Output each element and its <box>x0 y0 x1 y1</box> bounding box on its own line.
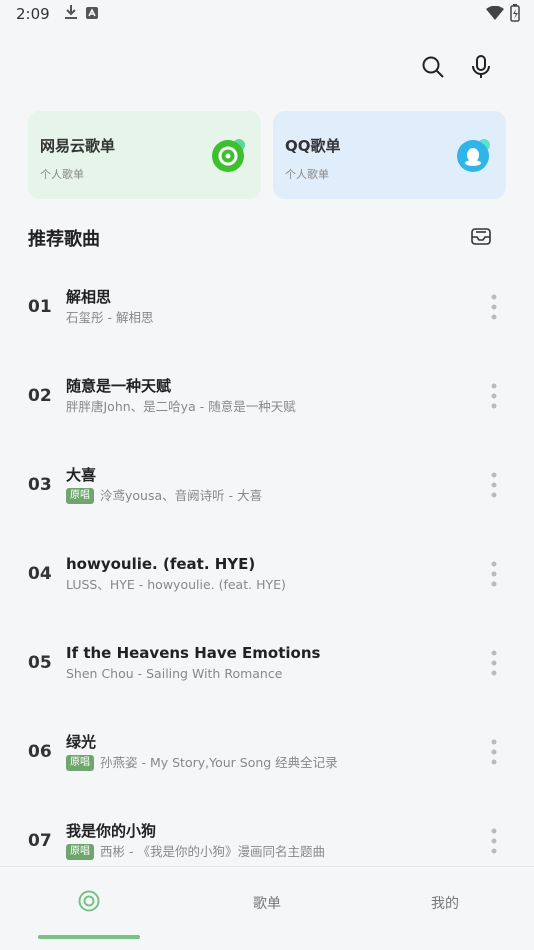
song-info: 解相思 石玺彤 - 解相思 <box>66 287 482 327</box>
song-rank: 06 <box>28 741 52 762</box>
home-icon <box>78 890 100 916</box>
song-rank: 05 <box>28 652 52 673</box>
more-options-button[interactable] <box>482 737 506 767</box>
song-row[interactable]: 04 howyoulie. (feat. HYE) LUSS、HYE - how… <box>0 529 534 618</box>
microphone-icon <box>471 55 491 83</box>
song-artist-album: 石玺彤 - 解相思 <box>66 309 154 325</box>
battery-icon <box>510 4 520 26</box>
song-title: 我是你的小狗 <box>66 821 157 840</box>
song-rank: 03 <box>28 474 52 495</box>
search-icon <box>422 56 444 82</box>
song-info: howyoulie. (feat. HYE) LUSS、HYE - howyou… <box>66 554 482 594</box>
more-options-button[interactable] <box>482 470 506 500</box>
qq-logo-icon <box>456 139 490 173</box>
song-title: 随意是一种天赋 <box>66 376 172 395</box>
song-artist-album: 胖胖唐John、是二哈ya - 随意是一种天赋 <box>66 398 296 414</box>
song-artist-album: 泠鸢yousa、音阙诗听 - 大喜 <box>100 487 263 503</box>
song-title: 绿光 <box>66 732 97 751</box>
song-info: 我是你的小狗 原唱 西彬 - 《我是你的小狗》漫画同名主题曲 <box>66 821 482 861</box>
nav-active-indicator <box>38 935 140 939</box>
more-vertical-icon <box>491 383 497 408</box>
original-badge: 原唱 <box>66 487 94 504</box>
song-row[interactable]: 05 If the Heavens Have Emotions Shen Cho… <box>0 618 534 707</box>
more-vertical-icon <box>491 650 497 675</box>
song-row[interactable]: 06 绿光 原唱 孙燕姿 - My Story,Your Song 经典全记录 <box>0 707 534 796</box>
song-title: 大喜 <box>66 465 97 484</box>
song-title: 解相思 <box>66 287 112 306</box>
section-title: 推荐歌曲 <box>28 229 100 250</box>
more-options-button[interactable] <box>482 381 506 411</box>
more-options-button[interactable] <box>482 559 506 589</box>
song-info: 绿光 原唱 孙燕姿 - My Story,Your Song 经典全记录 <box>66 732 482 772</box>
song-rank: 07 <box>28 830 52 851</box>
original-badge: 原唱 <box>66 843 94 860</box>
top-actions <box>420 55 494 83</box>
song-artist-album: 西彬 - 《我是你的小狗》漫画同名主题曲 <box>100 843 325 859</box>
more-vertical-icon <box>491 739 497 764</box>
nav-playlists[interactable]: 歌单 <box>178 867 356 939</box>
more-options-button[interactable] <box>482 826 506 856</box>
song-artist-album: 孙燕姿 - My Story,Your Song 经典全记录 <box>100 754 338 770</box>
nav-mine[interactable]: 我的 <box>356 867 534 939</box>
song-info: If the Heavens Have Emotions Shen Chou -… <box>66 643 482 683</box>
song-rank: 01 <box>28 296 52 317</box>
nav-home[interactable] <box>0 867 178 939</box>
song-list: 01 解相思 石玺彤 - 解相思 02 随意是一种天赋 胖胖唐John、是二哈y… <box>0 262 534 885</box>
song-row[interactable]: 01 解相思 石玺彤 - 解相思 <box>0 262 534 351</box>
search-button[interactable] <box>420 56 446 82</box>
wifi-icon <box>486 5 504 24</box>
song-info: 随意是一种天赋 胖胖唐John、是二哈ya - 随意是一种天赋 <box>66 376 482 416</box>
qq-playlist-card[interactable]: QQ歌单 个人歌单 <box>273 111 506 199</box>
status-time: 2:09 <box>16 5 50 23</box>
netease-music-logo-icon <box>211 139 245 173</box>
original-badge: 原唱 <box>66 754 94 771</box>
bottom-nav: 歌单 我的 <box>0 866 534 950</box>
song-rank: 02 <box>28 385 52 406</box>
download-icon <box>64 4 78 24</box>
more-vertical-icon <box>491 561 497 586</box>
song-rank: 04 <box>28 563 52 584</box>
more-vertical-icon <box>491 472 497 497</box>
song-row[interactable]: 02 随意是一种天赋 胖胖唐John、是二哈ya - 随意是一种天赋 <box>0 351 534 440</box>
recommended-section-header: 推荐歌曲 <box>28 225 494 251</box>
more-vertical-icon <box>491 294 497 319</box>
song-title: howyoulie. (feat. HYE) <box>66 554 256 573</box>
more-options-button[interactable] <box>482 648 506 678</box>
song-artist-album: Shen Chou - Sailing With Romance <box>66 665 283 681</box>
song-info: 大喜 原唱 泠鸢yousa、音阙诗听 - 大喜 <box>66 465 482 505</box>
more-options-button[interactable] <box>482 292 506 322</box>
song-artist-album: LUSS、HYE - howyoulie. (feat. HYE) <box>66 576 286 592</box>
playlist-source-cards: 网易云歌单 个人歌单 QQ歌单 个人歌单 <box>28 111 506 199</box>
app-notification-icon <box>85 5 98 23</box>
more-vertical-icon <box>491 828 497 853</box>
inbox-icon <box>471 227 491 249</box>
song-title: If the Heavens Have Emotions <box>66 643 321 662</box>
status-bar: 2:09 <box>0 0 534 28</box>
song-row[interactable]: 03 大喜 原唱 泠鸢yousa、音阙诗听 - 大喜 <box>0 440 534 529</box>
netease-playlist-card[interactable]: 网易云歌单 个人歌单 <box>28 111 261 199</box>
voice-search-button[interactable] <box>468 55 494 83</box>
inbox-button[interactable] <box>468 225 494 251</box>
